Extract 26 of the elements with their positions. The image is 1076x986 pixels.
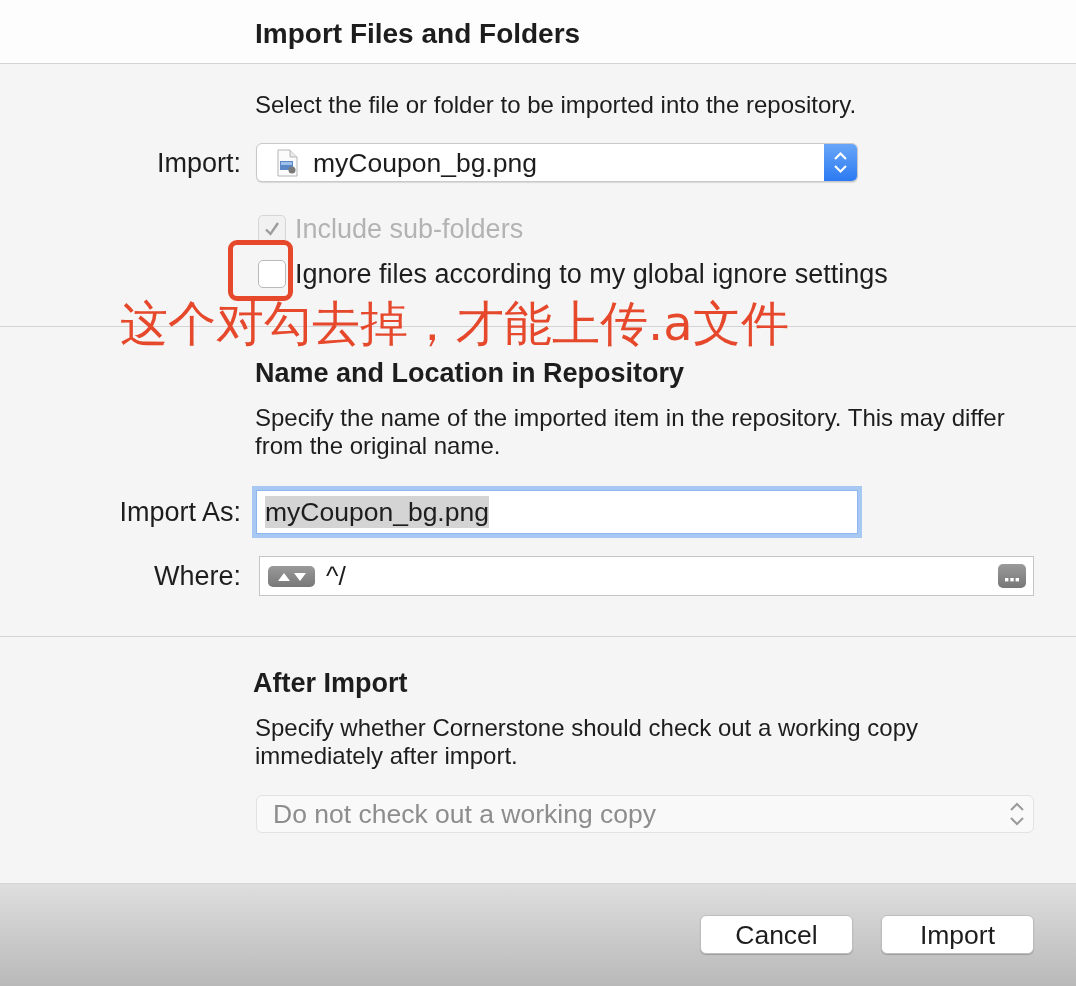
section-description: Select the file or folder to be imported into the repository. xyxy=(255,91,857,119)
cancel-button[interactable]: Cancel xyxy=(700,915,853,954)
up-down-triangles-icon xyxy=(276,570,307,582)
checkbox-label: Include sub-folders xyxy=(295,213,524,245)
up-down-chevron-icon xyxy=(1009,801,1025,827)
field-label: Import As: xyxy=(118,496,241,528)
path-menu-button[interactable] xyxy=(268,565,315,587)
browse-button[interactable] xyxy=(998,564,1026,588)
checkbox-label: Ignore files according to my global ignore settings xyxy=(295,258,888,290)
import-button[interactable]: Import xyxy=(881,915,1034,954)
field-label: Import: xyxy=(155,146,241,179)
ellipsis-icon xyxy=(1005,578,1019,582)
checkmark-icon xyxy=(263,220,281,238)
dialog-title: Import Files and Folders xyxy=(255,17,581,51)
checkbox[interactable] xyxy=(258,260,286,288)
annotation-text: 这个对勾去掉，才能上传.a文件 xyxy=(120,297,789,349)
section-description: Specify the name of the imported item in the repository. This may differ from the original name. xyxy=(255,404,1006,460)
file-icon xyxy=(276,148,298,177)
checkout-popup: Do not check out a working copy xyxy=(256,795,1034,833)
up-down-chevron-icon xyxy=(824,144,857,181)
section-heading: After Import xyxy=(253,667,408,699)
field-label: Where: xyxy=(152,560,241,592)
section-heading: Name and Location in Repository xyxy=(255,357,685,389)
import-popup[interactable]: myCoupon_bg.png xyxy=(256,143,858,182)
where-field[interactable]: ^/ xyxy=(259,556,1034,596)
section-description: Specify whether Cornerstone should check out a working copy immediately after import. xyxy=(255,714,920,770)
